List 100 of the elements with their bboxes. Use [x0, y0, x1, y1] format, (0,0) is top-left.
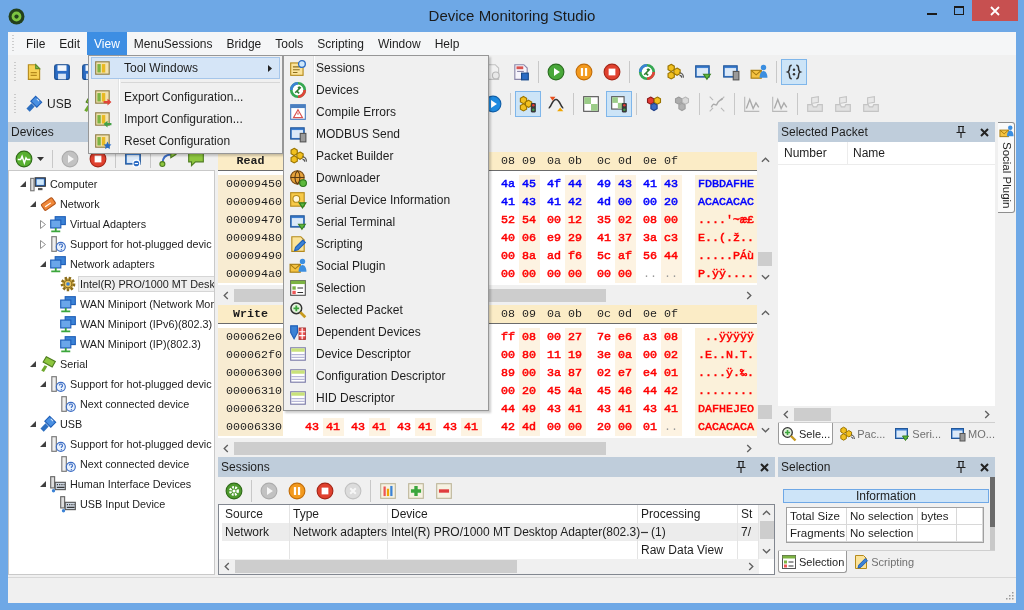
tab[interactable]: MO...: [947, 423, 998, 445]
pin-icon[interactable]: [956, 461, 966, 473]
close-button[interactable]: [972, 0, 1018, 21]
menu-item[interactable]: Serial Device Information: [286, 189, 486, 211]
chevron-down-icon[interactable]: [760, 274, 770, 280]
menu-item[interactable]: Scripting: [310, 32, 371, 55]
tree-item[interactable]: Network adapters: [68, 256, 157, 272]
tree-arrow-icon[interactable]: [29, 360, 37, 368]
menu-item[interactable]: File: [19, 32, 53, 55]
tree-item[interactable]: WAN Miniport (Network Mor: [78, 296, 214, 312]
vertical-scrollbar[interactable]: [759, 505, 774, 559]
tab[interactable]: Sele...: [778, 423, 834, 445]
chevron-up-icon[interactable]: [760, 157, 770, 163]
tree-arrow-icon[interactable]: [29, 420, 37, 428]
chevron-right-icon[interactable]: [984, 409, 990, 419]
menu-item[interactable]: Dependent Devices: [286, 321, 486, 343]
resize-grip-icon[interactable]: [1004, 591, 1014, 601]
tab[interactable]: Scripting: [850, 551, 918, 573]
tree-item[interactable]: Support for hot-plugged devic: [68, 236, 214, 252]
chevron-right-icon[interactable]: [746, 443, 752, 453]
tree-item[interactable]: WAN Miniport (IP)(802.3): [78, 336, 203, 352]
menu-item[interactable]: MODBUS Send: [286, 123, 486, 145]
pin-icon[interactable]: [956, 126, 966, 138]
tree-item[interactable]: Virtual Adapters: [68, 216, 149, 232]
menu-item[interactable]: Window: [370, 32, 428, 55]
chevron-down-icon[interactable]: [760, 427, 770, 433]
tree-arrow-icon[interactable]: [29, 200, 37, 208]
menu-item[interactable]: HID Descriptor: [286, 387, 486, 409]
vertical-scrollbar[interactable]: [990, 477, 995, 550]
chevron-right-icon[interactable]: [746, 290, 752, 300]
menu-item[interactable]: Devices: [286, 79, 486, 101]
menu-item[interactable]: Sessions: [286, 57, 486, 79]
tree-item[interactable]: Support for hot-plugged devic: [68, 376, 214, 392]
scrollbar-thumb[interactable]: [234, 441, 606, 455]
menu-item[interactable]: Packet Builder: [286, 145, 486, 167]
chevron-right-icon[interactable]: [748, 562, 754, 571]
menu-item[interactable]: Selected Packet: [286, 299, 486, 321]
close-icon[interactable]: [980, 462, 989, 472]
table-row[interactable]: Network Network adapters Intel(R) PRO/1000 MT Desktop Adapter(802.3) (1) 7/: [222, 523, 759, 541]
scrollbar-thumb[interactable]: [990, 477, 995, 527]
tree-item[interactable]: USB Input Device: [78, 496, 168, 512]
tree-item[interactable]: Human Interface Devices: [68, 476, 194, 492]
menu-item[interactable]: Serial Terminal: [286, 211, 486, 233]
chevron-up-icon[interactable]: [760, 310, 770, 316]
toolbar-button[interactable]: [515, 90, 541, 117]
menu-item[interactable]: Scripting: [286, 233, 486, 255]
menu-item[interactable]: Export Configuration...: [91, 86, 280, 108]
tree-arrow-icon[interactable]: [39, 380, 47, 388]
tab[interactable]: Pac...: [836, 423, 889, 445]
scrollbar-thumb[interactable]: [758, 405, 772, 419]
column-header[interactable]: Name: [848, 142, 885, 164]
tree-item[interactable]: Computer: [48, 176, 100, 192]
menu-item[interactable]: Selection: [286, 277, 486, 299]
tree-item[interactable]: Network: [58, 196, 102, 212]
tree-item[interactable]: Next connected device: [78, 396, 192, 412]
tab[interactable]: Selection: [778, 551, 848, 573]
horizontal-scrollbar[interactable]: [219, 559, 759, 574]
close-icon[interactable]: [760, 462, 769, 472]
toolbar-button[interactable]: [606, 90, 632, 117]
menu-item[interactable]: Device Descriptor: [286, 343, 486, 365]
menu-item[interactable]: Reset Configuration: [91, 130, 280, 152]
tree-item[interactable]: Support for hot-plugged devic: [68, 436, 214, 452]
menu-item[interactable]: MenuSessions: [126, 32, 220, 55]
toolbar-button[interactable]: [781, 58, 807, 85]
close-icon[interactable]: [980, 127, 989, 137]
menu-item[interactable]: Help: [427, 32, 467, 55]
scrollbar-thumb[interactable]: [794, 407, 831, 421]
chevron-left-icon[interactable]: [783, 409, 789, 419]
chevron-left-icon[interactable]: [224, 562, 230, 571]
tree-arrow-icon[interactable]: [39, 440, 47, 448]
scrollbar-thumb[interactable]: [759, 521, 774, 539]
side-tab[interactable]: Social Plugin: [998, 122, 1015, 213]
chevron-up-icon[interactable]: [762, 510, 771, 516]
chevron-left-icon[interactable]: [223, 443, 229, 453]
chevron-down-icon[interactable]: [762, 548, 771, 554]
menu-item[interactable]: Downloader: [286, 167, 486, 189]
tab[interactable]: Seri...: [891, 423, 945, 445]
menu-item[interactable]: Compile Errors: [286, 101, 486, 123]
menu-item[interactable]: Tools: [268, 32, 311, 55]
column-header[interactable]: Number: [778, 142, 848, 164]
menu-item[interactable]: Bridge: [219, 32, 269, 55]
tree-item[interactable]: USB: [58, 416, 85, 432]
scrollbar-thumb[interactable]: [235, 560, 517, 573]
menu-item[interactable]: Social Plugin: [286, 255, 486, 277]
menu-item[interactable]: Edit: [52, 32, 88, 55]
tree-item[interactable]: Serial: [58, 356, 90, 372]
pin-icon[interactable]: [736, 461, 746, 473]
scrollbar-thumb[interactable]: [758, 252, 772, 266]
menu-item[interactable]: Tool Windows: [91, 57, 280, 79]
hex-byte: ad: [546, 248, 562, 265]
tree-arrow-icon[interactable]: [19, 180, 27, 188]
chevron-left-icon[interactable]: [223, 290, 229, 300]
tree-arrow-icon[interactable]: [39, 480, 47, 488]
tree-item[interactable]: WAN Miniport (IPv6)(802.3): [78, 316, 214, 332]
tree-arrow-icon[interactable]: [39, 260, 47, 268]
menu-item[interactable]: Import Configuration...: [91, 108, 280, 130]
tree-item[interactable]: Intel(R) PRO/1000 MT Desk: [78, 276, 214, 292]
toolbar-button[interactable]: USB: [21, 90, 76, 117]
menu-item[interactable]: Configuration Descriptor: [286, 365, 486, 387]
tree-item[interactable]: Next connected device: [78, 456, 192, 472]
